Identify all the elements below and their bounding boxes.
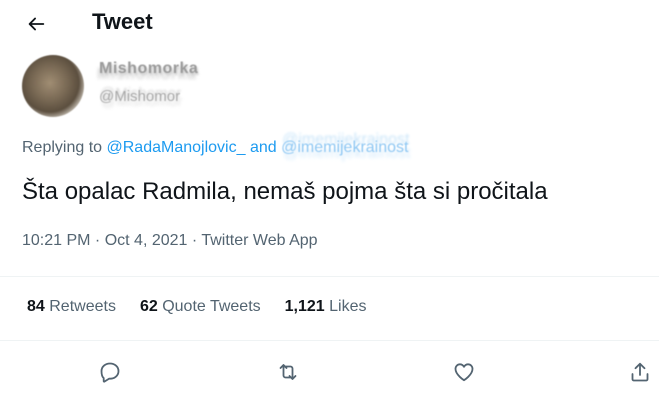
- meta-separator: ·: [90, 232, 105, 249]
- quote-tweets-count: 62: [139, 298, 158, 315]
- divider: [0, 276, 659, 277]
- likes-stat[interactable]: 1,121 Likes: [285, 298, 367, 316]
- replying-to: Replying to @RadaManojlovic_ and @imemij…: [22, 139, 408, 157]
- tweet-meta: 10:21 PM · Oct 4, 2021 · Twitter Web App: [22, 232, 318, 250]
- likes-count: 1,121: [284, 298, 325, 315]
- quote-tweets-stat[interactable]: 62 Quote Tweets: [140, 298, 261, 316]
- page-title: Tweet: [92, 9, 153, 34]
- tweet-page: Tweet Mishomorka @Mishomor Replying to @…: [0, 0, 659, 407]
- author-handle[interactable]: @Mishomor: [99, 88, 180, 105]
- replying-prefix: Replying to: [22, 139, 103, 156]
- like-button[interactable]: [448, 356, 480, 388]
- likes-label: Likes: [329, 298, 367, 315]
- tweet-text: Šta opalac Radmila, nemaš pojma šta si p…: [22, 178, 548, 205]
- tweet-time[interactable]: 10:21 PM: [22, 232, 90, 249]
- retweets-count: 84: [27, 298, 45, 315]
- tweet-stats: 84 Retweets 62 Quote Tweets 1,121 Likes: [27, 298, 391, 316]
- reply-button[interactable]: [94, 356, 126, 388]
- retweets-label: Retweets: [49, 298, 116, 315]
- tweet-source[interactable]: Twitter Web App: [201, 232, 317, 249]
- meta-separator: ·: [187, 232, 202, 249]
- reply-icon: [100, 362, 120, 383]
- tweet-actions: [0, 352, 659, 392]
- arrow-left-icon: [28, 17, 45, 31]
- quote-tweets-label: Quote Tweets: [162, 298, 261, 315]
- replying-conjunction: and: [249, 139, 277, 156]
- retweets-stat[interactable]: 84 Retweets: [27, 298, 116, 316]
- avatar[interactable]: [22, 55, 84, 117]
- share-icon: [631, 362, 649, 382]
- divider: [0, 340, 659, 341]
- retweet-icon: [279, 364, 297, 380]
- back-button[interactable]: [20, 8, 52, 40]
- author-name[interactable]: Mishomorka: [99, 60, 198, 78]
- share-button[interactable]: [624, 356, 656, 388]
- heart-icon: [454, 363, 474, 382]
- reply-user-link[interactable]: @RadaManojlovic_: [107, 139, 246, 156]
- header: Tweet: [0, 0, 659, 52]
- tweet-date[interactable]: Oct 4, 2021: [105, 232, 188, 249]
- retweet-button[interactable]: [272, 356, 304, 388]
- reply-user-link-2[interactable]: @imemijekrainost: [281, 139, 408, 156]
